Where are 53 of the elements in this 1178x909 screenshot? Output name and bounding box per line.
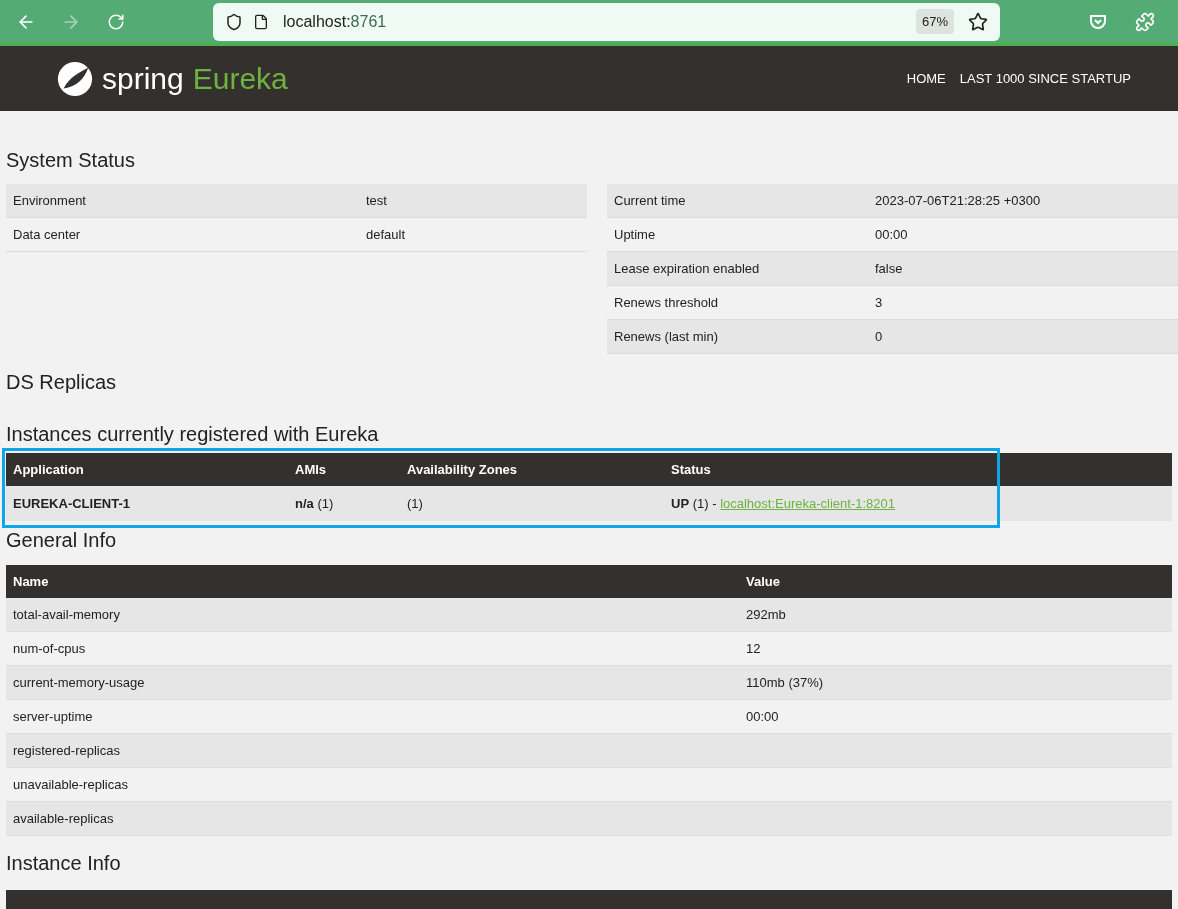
table-cell-text: 3 — [875, 293, 883, 312]
table-cell-text: available-replicas — [12, 809, 115, 828]
leaf-logo-icon — [56, 59, 94, 98]
table-cell-text: current-memory-usage — [12, 673, 146, 692]
shield-icon — [225, 12, 243, 31]
table-cell-text: EUREKA-CLIENT-1 — [12, 494, 131, 513]
table-cell-text: 00:00 — [745, 707, 779, 726]
table-cell-text: total-avail-memory — [12, 605, 121, 624]
table-cell-text: Renews threshold — [613, 293, 720, 312]
table-cell-text: Lease expiration enabled — [613, 259, 761, 278]
table-cell-text: registered-replicas — [12, 741, 121, 760]
table-cell-text: 0 — [875, 327, 883, 346]
table-cell-text: 2023-07-06T21:28:25 +0300 — [875, 191, 1041, 210]
table-cell-text: Uptime — [613, 225, 657, 244]
address-bar[interactable]: localhost:8761 67% — [213, 2, 1000, 41]
extensions-icon[interactable] — [1135, 11, 1155, 32]
page-icon — [253, 13, 269, 30]
column-header: Name — [12, 572, 50, 591]
table-cell-text: default — [366, 225, 406, 244]
section-heading: System Status — [5, 148, 136, 173]
table-cell-text: false — [875, 259, 903, 278]
table-cell-text: Renews (last min) — [613, 327, 720, 346]
section-heading: Instance Info — [5, 851, 122, 876]
table-cell-text: n/a (1) — [294, 494, 335, 513]
column-header: Status — [670, 460, 711, 479]
zoom-badge[interactable]: 67% — [915, 8, 954, 35]
table-cell-text: 00:00 — [875, 225, 908, 244]
reload-icon[interactable] — [107, 12, 125, 31]
column-header: Application — [12, 460, 85, 479]
table-cell-text: test — [366, 191, 387, 210]
table-cell-text: Data center — [12, 225, 82, 244]
nav-link[interactable]: LAST 1000 SINCE STARTUP — [959, 68, 1131, 89]
table-cell-text: UP (1) - — [670, 494, 718, 513]
table-cell-text: server-uptime — [12, 707, 94, 726]
section-heading: Instances currently registered with Eureka — [5, 423, 380, 445]
table-cell-text: Current time — [613, 191, 687, 210]
logo-product-text: Eureka — [192, 61, 288, 97]
table-cell-text: 12 — [745, 639, 761, 658]
nav-link[interactable]: HOME — [906, 68, 946, 89]
table-cell-text: unavailable-replicas — [12, 775, 129, 794]
section-heading: General Info — [5, 528, 118, 553]
section-heading: DS Replicas — [5, 370, 118, 395]
column-header: Value — [745, 572, 780, 591]
table-cell-text: (1) — [406, 494, 424, 513]
table-cell-text: 292mb — [745, 605, 786, 624]
table-cell-text: num-of-cpus — [12, 639, 87, 658]
url-text: localhost:8761 — [283, 11, 387, 32]
column-header: Availability Zones — [406, 460, 519, 479]
table-cell-text: Environment — [12, 191, 87, 210]
bookmark-star-icon[interactable] — [968, 11, 988, 32]
logo-text: spring — [102, 61, 184, 97]
table-cell-text: 110mb (37%) — [745, 673, 824, 692]
column-header: AMIs — [294, 460, 328, 479]
